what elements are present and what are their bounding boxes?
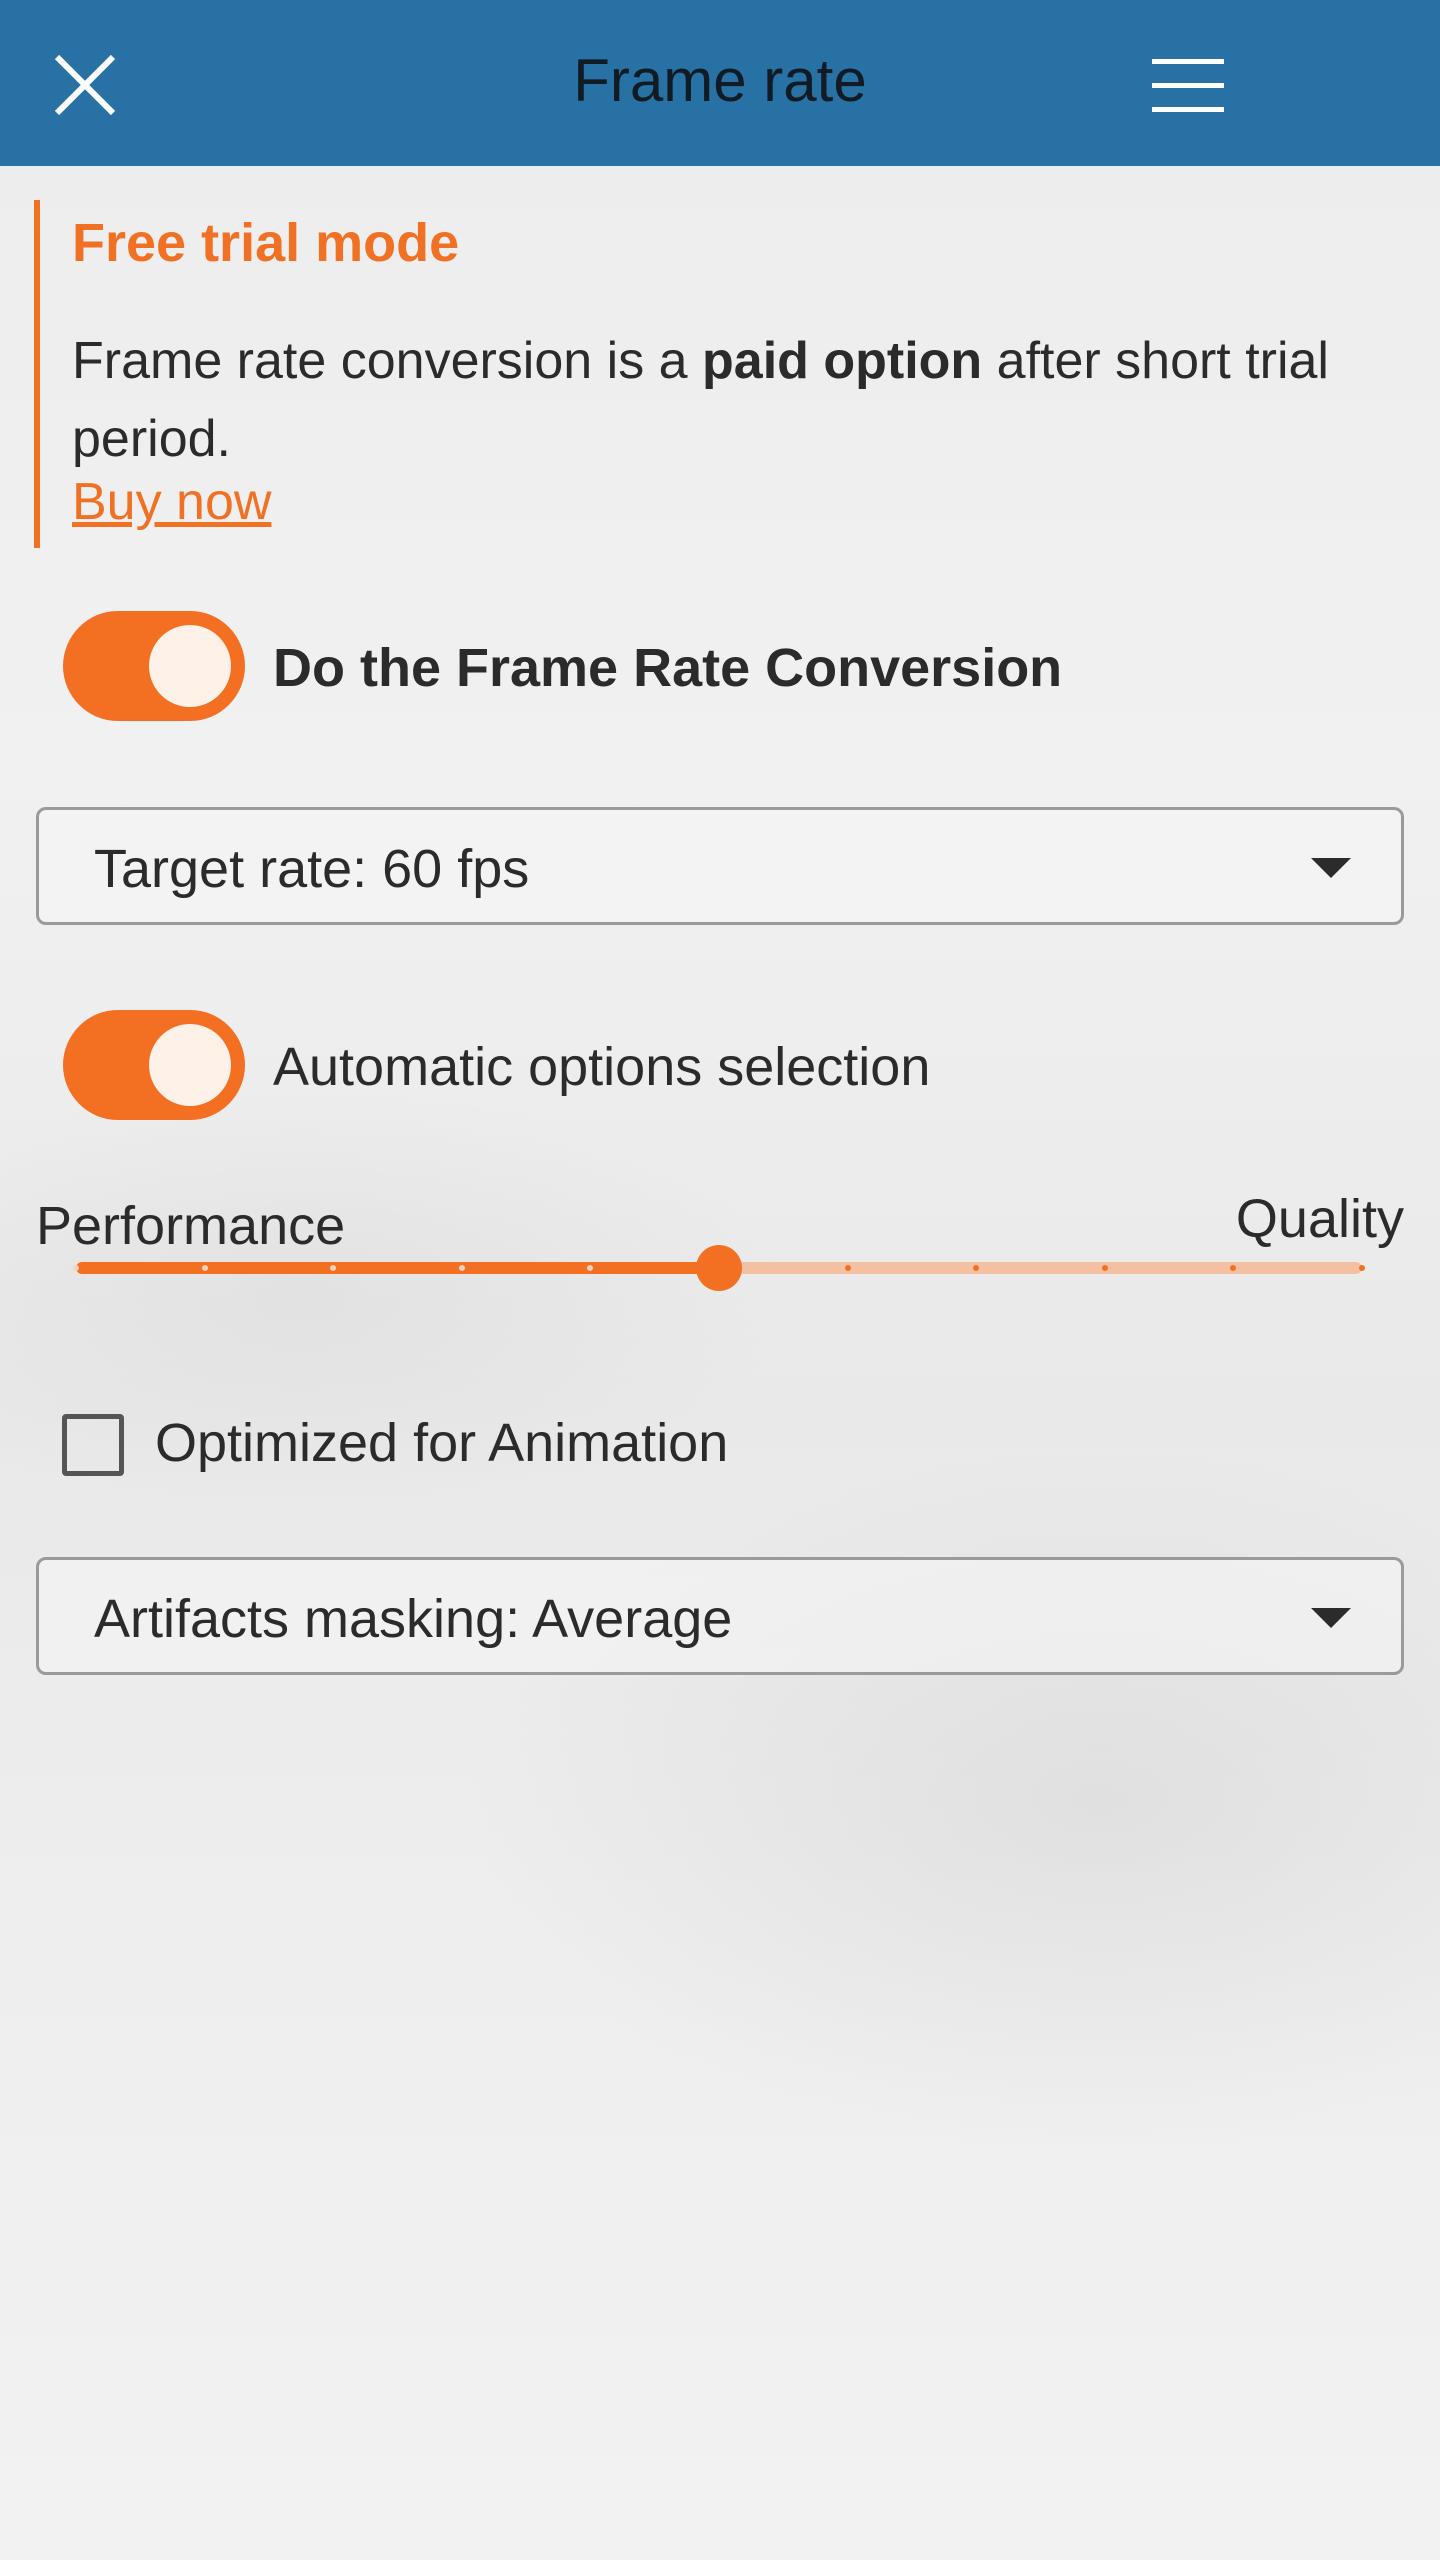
slider-step-dot xyxy=(1359,1265,1365,1271)
automatic-options-label: Automatic options selection xyxy=(273,1037,931,1097)
trial-title: Free trial mode xyxy=(72,213,460,273)
hamburger-menu-icon xyxy=(1152,59,1224,112)
automatic-options-toggle[interactable] xyxy=(63,1010,245,1120)
slider-step-dot xyxy=(844,1265,851,1271)
chevron-down-icon xyxy=(1311,858,1351,878)
slider-step-dot xyxy=(1101,1265,1108,1271)
optimized-animation-checkbox[interactable] xyxy=(62,1414,124,1476)
app-header: Frame rate xyxy=(0,0,1440,166)
frame-rate-conversion-toggle[interactable] xyxy=(63,611,245,721)
target-rate-value: Target rate: 60 fps xyxy=(94,839,530,899)
slider-fill xyxy=(76,1262,719,1274)
slider-quality-label: Quality xyxy=(1235,1189,1404,1249)
artifacts-masking-select[interactable]: Artifacts masking: Average xyxy=(36,1557,1404,1675)
target-rate-select[interactable]: Target rate: 60 fps xyxy=(36,807,1404,925)
trial-text-before: Frame rate conversion is a xyxy=(72,332,703,390)
trial-text-bold: paid option xyxy=(702,332,983,390)
quality-slider[interactable] xyxy=(73,1245,1365,1291)
trial-notice: Free trial mode Frame rate conversion is… xyxy=(34,200,1414,548)
slider-step-dot xyxy=(458,1265,465,1271)
slider-step-dot xyxy=(73,1265,79,1271)
slider-step-dot xyxy=(201,1265,208,1271)
slider-thumb[interactable] xyxy=(696,1245,742,1291)
buy-now-link[interactable]: Buy now xyxy=(72,472,271,532)
toggle-knob xyxy=(149,625,231,707)
trial-message: Frame rate conversion is a paid option a… xyxy=(72,322,1432,478)
toggle-knob xyxy=(149,1024,231,1106)
frame-rate-conversion-label: Do the Frame Rate Conversion xyxy=(273,638,1063,698)
artifacts-masking-value: Artifacts masking: Average xyxy=(94,1589,733,1649)
optimized-animation-label[interactable]: Optimized for Animation xyxy=(155,1412,728,1474)
menu-button[interactable] xyxy=(1140,40,1236,130)
chevron-down-icon xyxy=(1311,1608,1351,1628)
